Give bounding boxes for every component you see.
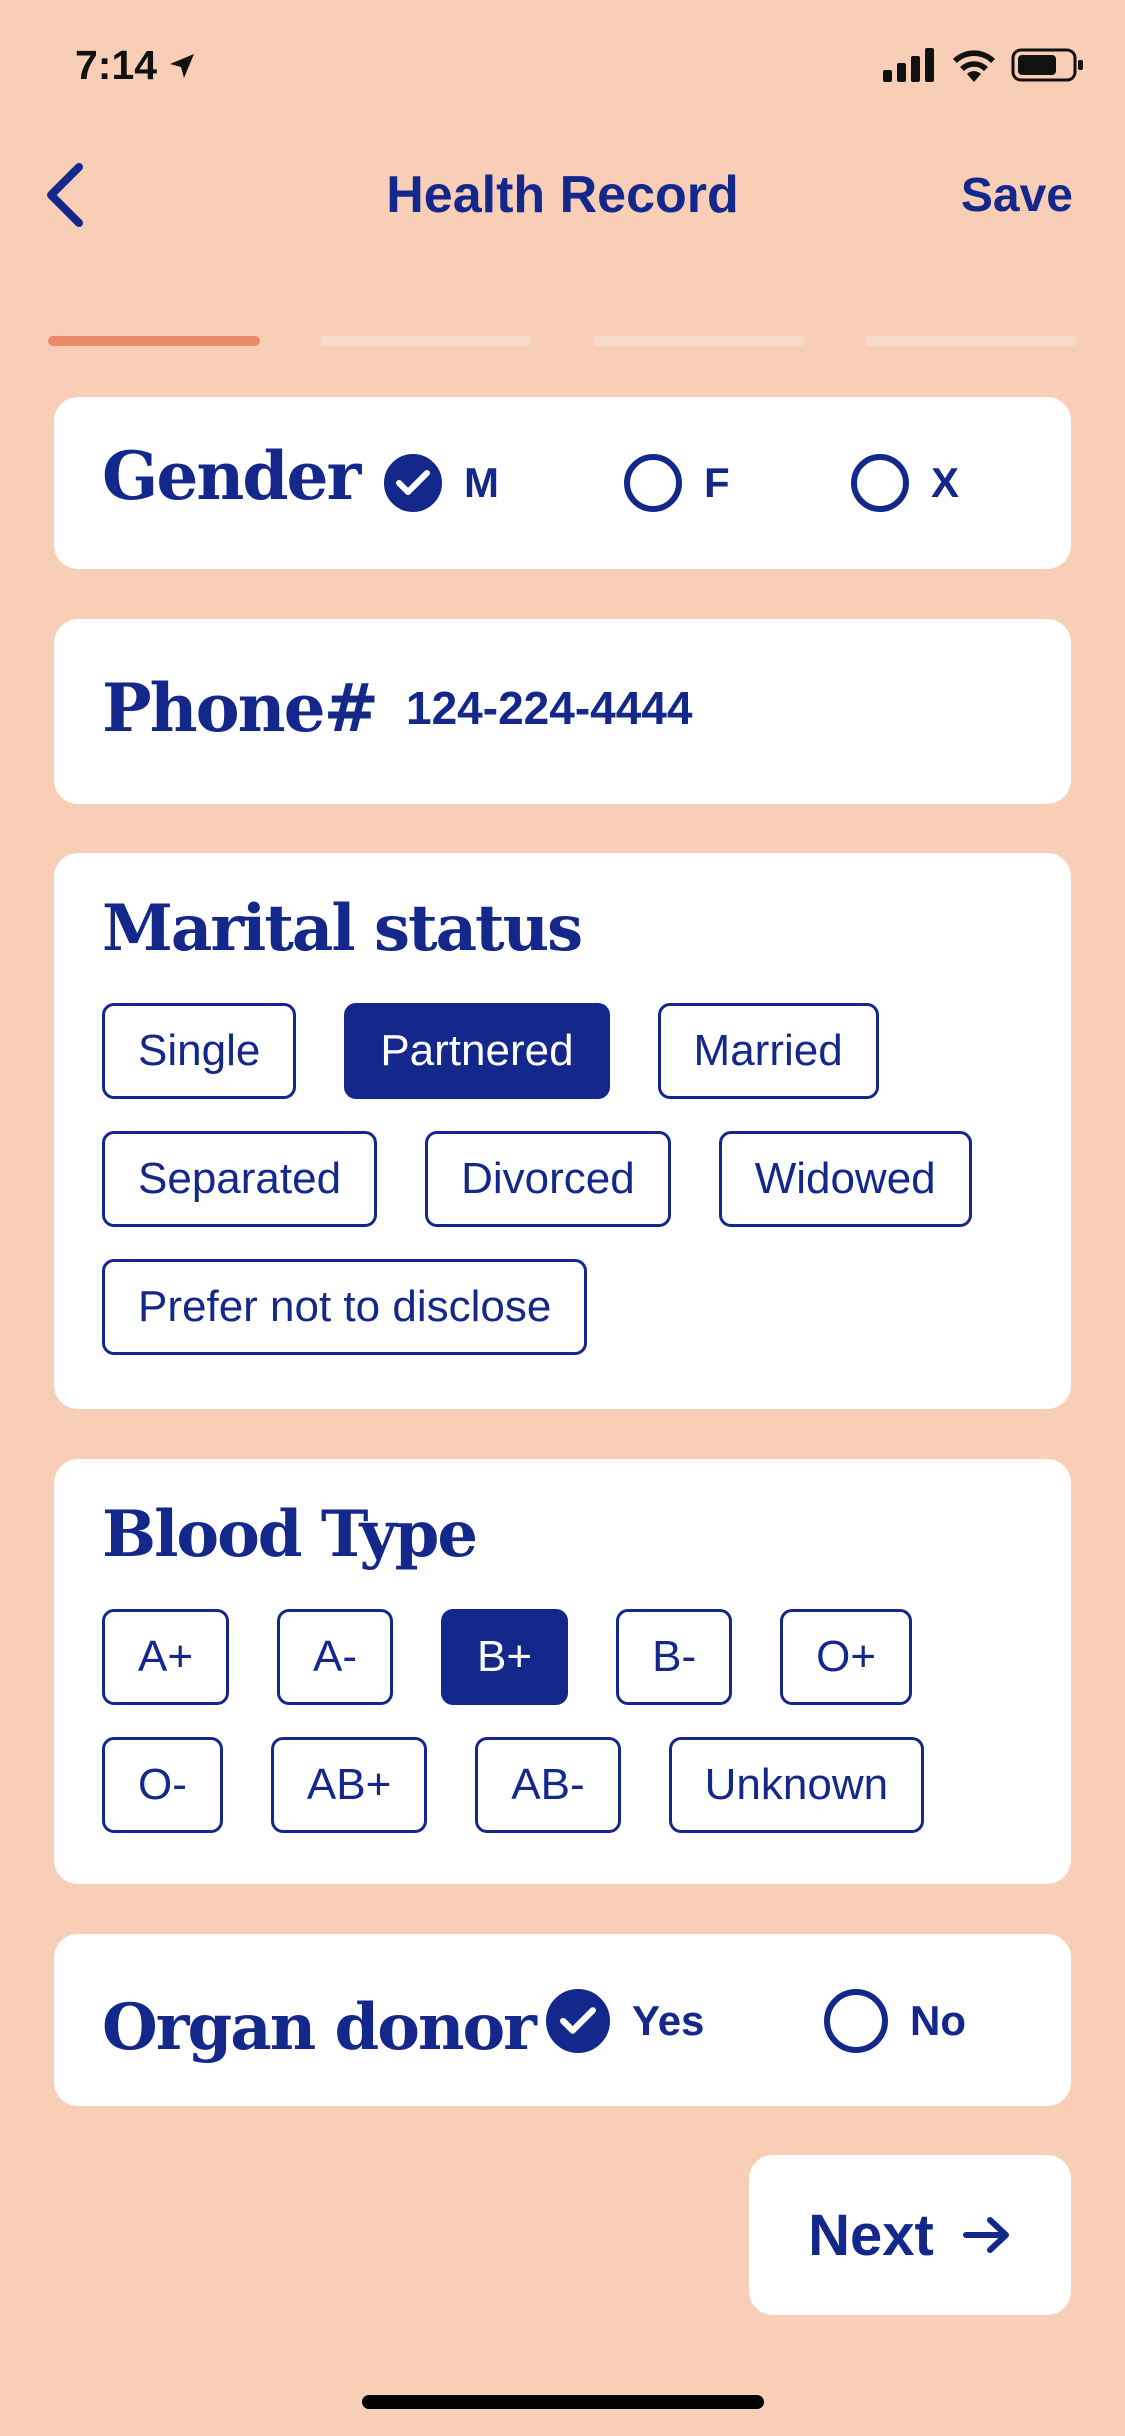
blood-option-ab-positive[interactable]: AB+ bbox=[270, 1737, 428, 1833]
blood-type-title: Blood Type bbox=[102, 1497, 478, 1572]
organ-donor-option-label: No bbox=[910, 1997, 966, 2044]
cellular-signal-icon bbox=[883, 48, 934, 82]
gender-option-label: F bbox=[704, 459, 730, 506]
marital-option-prefer-not-to-disclose[interactable]: Prefer not to disclose bbox=[102, 1259, 588, 1355]
home-indicator[interactable] bbox=[362, 2395, 764, 2409]
blood-option-ab-negative[interactable]: AB- bbox=[475, 1737, 621, 1833]
next-button-label: Next bbox=[808, 2202, 934, 2268]
save-button[interactable]: Save bbox=[961, 168, 1073, 223]
gender-card: Gender M F X bbox=[54, 397, 1071, 569]
blood-type-options: A+ A- B+ B- O+ O- AB+ AB- Unknown bbox=[102, 1609, 1031, 1833]
phone-title: Phone# bbox=[102, 669, 379, 747]
radio-unchecked-icon bbox=[624, 454, 682, 512]
gender-option-f[interactable]: F bbox=[624, 454, 730, 512]
step-progress bbox=[48, 336, 1077, 346]
organ-donor-option-no[interactable]: No bbox=[824, 1989, 966, 2053]
marital-option-single[interactable]: Single bbox=[102, 1003, 297, 1099]
marital-option-married[interactable]: Married bbox=[657, 1003, 879, 1099]
radio-unchecked-icon bbox=[851, 454, 909, 512]
organ-donor-title: Organ donor bbox=[102, 1990, 537, 2065]
radio-checked-icon bbox=[384, 454, 442, 512]
organ-donor-option-yes[interactable]: Yes bbox=[546, 1989, 704, 2053]
blood-option-o-negative[interactable]: O- bbox=[102, 1737, 223, 1833]
gender-option-x[interactable]: X bbox=[851, 454, 959, 512]
blood-option-unknown[interactable]: Unknown bbox=[668, 1737, 925, 1833]
next-button[interactable]: Next bbox=[749, 2155, 1071, 2315]
wifi-icon bbox=[953, 50, 995, 82]
blood-option-o-positive[interactable]: O+ bbox=[780, 1609, 913, 1705]
marital-status-options: Single Partnered Married Separated Divor… bbox=[102, 1003, 1031, 1355]
marital-option-partnered[interactable]: Partnered bbox=[344, 1003, 610, 1099]
progress-segment-2 bbox=[320, 336, 533, 346]
progress-segment-3 bbox=[592, 336, 805, 346]
marital-option-separated[interactable]: Separated bbox=[102, 1131, 378, 1227]
status-time-label: 7:14 bbox=[75, 42, 158, 88]
organ-donor-card: Organ donor Yes No bbox=[54, 1934, 1071, 2106]
blood-type-card: Blood Type A+ A- B+ B- O+ O- AB+ AB- Unk… bbox=[54, 1459, 1071, 1884]
status-time: 7:14 bbox=[75, 42, 197, 89]
blood-option-b-negative[interactable]: B- bbox=[616, 1609, 733, 1705]
gender-option-label: X bbox=[931, 459, 960, 506]
radio-unchecked-icon bbox=[824, 1989, 888, 2053]
status-indicators bbox=[883, 48, 1085, 82]
gender-option-m[interactable]: M bbox=[384, 454, 499, 512]
marital-status-card: Marital status Single Partnered Married … bbox=[54, 853, 1071, 1409]
radio-checked-icon bbox=[546, 1989, 610, 2053]
phone-card: Phone# 124-224-4444 bbox=[54, 619, 1071, 804]
marital-option-divorced[interactable]: Divorced bbox=[425, 1131, 671, 1227]
marital-option-widowed[interactable]: Widowed bbox=[718, 1131, 972, 1227]
battery-icon bbox=[1011, 48, 1083, 82]
arrow-right-icon bbox=[962, 2217, 1009, 2253]
phone-input[interactable]: 124-224-4444 bbox=[406, 681, 692, 735]
progress-segment-4 bbox=[864, 336, 1077, 346]
blood-option-b-positive[interactable]: B+ bbox=[441, 1609, 569, 1705]
organ-donor-option-label: Yes bbox=[632, 1997, 705, 2044]
blood-option-a-negative[interactable]: A- bbox=[277, 1609, 394, 1705]
marital-status-title: Marital status bbox=[102, 891, 583, 966]
location-arrow-icon bbox=[170, 53, 195, 78]
progress-segment-1 bbox=[48, 336, 260, 346]
gender-title: Gender bbox=[102, 437, 361, 515]
page-title: Health Record bbox=[386, 166, 739, 224]
blood-option-a-positive[interactable]: A+ bbox=[102, 1609, 230, 1705]
gender-option-label: M bbox=[464, 459, 499, 506]
